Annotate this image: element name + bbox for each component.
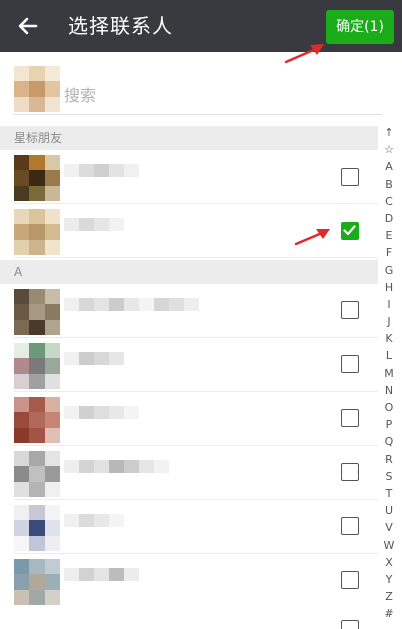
contact-row[interactable] [0,392,378,446]
index-letter[interactable]: ☆ [380,141,398,158]
contact-name-blurred [64,460,169,486]
search-avatar [14,66,60,112]
index-letter[interactable]: N [380,382,398,399]
index-letter[interactable]: V [380,519,398,536]
row-divider [14,257,378,258]
avatar [14,559,60,605]
index-letter[interactable]: E [380,227,398,244]
select-checkbox[interactable] [341,355,359,373]
select-checkbox[interactable] [341,620,359,629]
select-checkbox[interactable] [341,301,359,319]
index-letter[interactable]: Q [380,433,398,450]
back-button[interactable] [12,10,44,42]
search-underline [14,114,382,115]
index-letter[interactable]: X [380,554,398,571]
index-letter[interactable]: A [380,158,398,175]
avatar [14,505,60,551]
search-bar[interactable]: 搜索 [0,52,402,124]
section-header-starred: 星标朋友 [0,126,378,150]
contact-name-blurred [64,218,124,244]
contact-row[interactable] [0,446,378,500]
search-placeholder: 搜索 [64,86,97,105]
annotation-arrow-icon [294,229,330,246]
select-checkbox[interactable] [341,409,359,427]
checkmark-icon [343,225,356,236]
avatar [14,451,60,497]
section-header-a: A [0,260,378,284]
index-letter[interactable]: ↑ [380,124,398,141]
index-letter[interactable]: J [380,313,398,330]
index-letter[interactable]: F [380,244,398,261]
index-letter[interactable]: Y [380,571,398,588]
index-letter[interactable]: S [380,468,398,485]
contact-name-blurred [64,164,139,190]
index-letter[interactable]: I [380,296,398,313]
index-letter[interactable]: # [380,605,398,622]
contact-row[interactable] [0,284,378,338]
contact-name-blurred [64,568,139,594]
index-letter[interactable]: L [380,347,398,364]
contact-row[interactable] [0,338,378,392]
annotation-arrow-icon [284,44,324,64]
confirm-button[interactable]: 确定(1) [326,10,394,44]
contact-row[interactable] [0,500,378,554]
select-checkbox[interactable] [341,571,359,589]
index-letter[interactable]: R [380,451,398,468]
contact-row[interactable] [0,554,378,608]
contact-name-blurred [64,406,139,432]
index-letter[interactable]: D [380,210,398,227]
index-letter[interactable]: K [380,330,398,347]
index-letter[interactable]: W [380,537,398,554]
contact-name-blurred [64,298,199,324]
select-checkbox[interactable] [341,517,359,535]
index-letter[interactable]: C [380,193,398,210]
avatar [14,397,60,443]
index-letter[interactable]: O [380,399,398,416]
index-letter[interactable]: M [380,365,398,382]
contact-name-blurred [64,352,124,378]
index-letter[interactable]: P [380,416,398,433]
index-letter[interactable]: H [380,279,398,296]
index-letter[interactable]: U [380,502,398,519]
select-checkbox[interactable] [341,168,359,186]
avatar [14,289,60,335]
arrow-left-icon [18,17,38,35]
contact-name-blurred [64,514,124,540]
title-bar: 选择联系人 确定(1) [0,0,402,52]
index-letter[interactable]: G [380,262,398,279]
avatar [14,209,60,255]
select-checkbox-checked[interactable] [341,222,359,240]
avatar [14,155,60,201]
select-checkbox[interactable] [341,463,359,481]
index-letter[interactable]: T [380,485,398,502]
index-letter[interactable]: Z [380,588,398,605]
avatar [14,343,60,389]
contact-row[interactable] [0,150,378,204]
index-letter[interactable]: B [380,176,398,193]
page-title: 选择联系人 [68,14,173,38]
alphabet-index[interactable]: ↑ ☆ A B C D E F G H I J K L M N O P Q R S T U V W X Y Z # [380,124,398,622]
